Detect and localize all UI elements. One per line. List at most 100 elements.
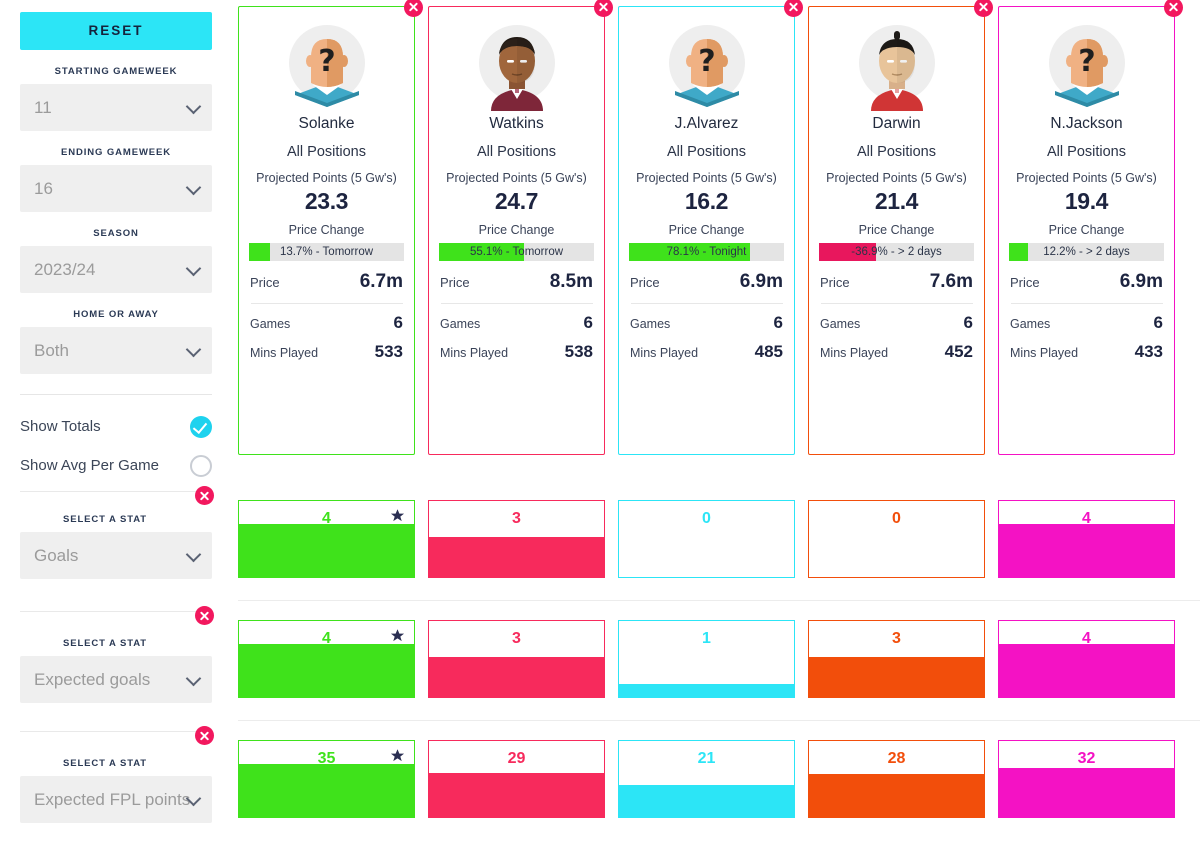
card-divider <box>440 303 593 304</box>
stat-bar-value: 4 <box>1082 630 1091 647</box>
games-row: Games 6 <box>429 313 604 333</box>
stat-bar-value: 35 <box>317 750 336 767</box>
projected-points-value: 21.4 <box>874 188 919 214</box>
reset-button[interactable]: RESET <box>20 12 212 50</box>
card-divider <box>630 303 783 304</box>
stat-bar-value: 28 <box>887 750 906 767</box>
mins-played-label: Mins Played <box>1010 346 1079 360</box>
radio-unselected-icon[interactable] <box>190 454 212 477</box>
remove-player-button[interactable] <box>404 0 423 17</box>
bar-row-divider <box>238 720 1200 721</box>
games-value: 6 <box>393 313 403 332</box>
remove-stat-button-0[interactable] <box>195 486 214 505</box>
stat-bar-value: 4 <box>1082 510 1091 527</box>
stat-bar-fill <box>239 643 414 697</box>
price-change-label: Price Change <box>668 223 745 237</box>
radio-selected-icon[interactable] <box>190 415 212 438</box>
games-row: Games 6 <box>809 313 984 333</box>
stat-bar-cell: 3 <box>428 500 605 578</box>
remove-player-button[interactable] <box>594 0 613 17</box>
card-divider <box>1010 303 1163 304</box>
stat-select-0[interactable]: Goals <box>20 532 212 579</box>
stat-select-2[interactable]: Expected FPL points <box>20 776 212 823</box>
toggle-show-totals[interactable]: Show Totals <box>20 409 212 444</box>
card-divider <box>250 303 403 304</box>
filter-label-home-or-away: HOME OR AWAY <box>73 309 159 320</box>
price-label: Price <box>250 275 280 290</box>
ending-gameweek-select[interactable]: 16 <box>20 165 212 212</box>
price-label: Price <box>820 275 850 290</box>
price-row: Price 6.7m <box>239 271 414 293</box>
mins-played-value: 533 <box>374 342 403 361</box>
svg-text:?: ? <box>698 44 715 79</box>
price-label: Price <box>440 275 470 290</box>
player-card: Watkins All Positions Projected Points (5 … <box>428 0 613 455</box>
remove-stat-button-2[interactable] <box>195 726 214 745</box>
home-or-away-select[interactable]: Both <box>20 327 212 374</box>
filter-label-starting-gameweek: STARTING GAMEWEEK <box>54 66 178 77</box>
price-change-label: Price Change <box>478 223 555 237</box>
stat-select-value-0: Goals <box>34 545 79 565</box>
avatar: ? <box>1041 19 1133 111</box>
player-name: Solanke <box>298 115 355 132</box>
stat-bar-cell: 4 <box>998 500 1175 578</box>
toggle-label: Show Avg Per Game <box>20 457 159 474</box>
mins-played-row: Mins Played 485 <box>619 342 794 362</box>
stat-selector-group-2: SELECT A STAT Expected FPL points <box>20 726 214 843</box>
games-label: Games <box>630 317 671 331</box>
price-change-bar: 78.1% - Tonight <box>629 243 784 261</box>
svg-text:?: ? <box>318 44 335 79</box>
stat-selector-group-1: SELECT A STAT Expected goals <box>20 606 214 732</box>
stat-bar-fill <box>429 772 604 817</box>
display-mode-toggles: Show Totals Show Avg Per Game <box>20 409 212 483</box>
stat-bar-rows: 4 3 0 0 4 4 3 1 3 4 35 29 21 28 32 <box>238 500 1200 843</box>
stat-bar-fill <box>999 643 1174 697</box>
filter-label-ending-gameweek: ENDING GAMEWEEK <box>60 147 172 158</box>
player-position: All Positions <box>1047 144 1126 160</box>
price-change-text: 12.2% - > 2 days <box>1043 246 1130 258</box>
player-name: N.Jackson <box>1050 115 1123 132</box>
stat-selector-label-2: SELECT A STAT <box>62 758 147 769</box>
games-value: 6 <box>773 313 783 332</box>
stat-bar-fill <box>239 763 414 817</box>
stat-bar-row: 35 29 21 28 32 <box>238 740 1200 843</box>
player-position: All Positions <box>667 144 746 160</box>
games-label: Games <box>1010 317 1051 331</box>
price-change-label: Price Change <box>1048 223 1125 237</box>
price-row: Price 6.9m <box>619 271 794 293</box>
remove-player-button[interactable] <box>1164 0 1183 17</box>
filter-season: SEASON 2023/24 <box>20 228 212 293</box>
stat-bar-cell: 4 <box>998 620 1175 698</box>
player-card: ? Solanke All Positions Projected Points (5… <box>238 0 423 455</box>
stat-bar-cell: 4 <box>238 500 415 578</box>
stat-bar-value: 29 <box>507 750 526 767</box>
price-value: 6.7m <box>359 271 403 292</box>
remove-player-button[interactable] <box>784 0 803 17</box>
remove-player-button[interactable] <box>974 0 993 17</box>
filter-label-season: SEASON <box>93 228 139 239</box>
toggle-show-avg-per-game[interactable]: Show Avg Per Game <box>20 448 212 483</box>
games-value: 6 <box>963 313 973 332</box>
games-row: Games 6 <box>999 313 1174 333</box>
bar-row-divider <box>238 600 1200 601</box>
stat-bar-value: 1 <box>702 630 711 647</box>
price-value: 6.9m <box>739 271 783 292</box>
stat-bar-cell: 3 <box>428 620 605 698</box>
price-change-text: 55.1% - Tomorrow <box>469 246 564 258</box>
stat-bar-value: 4 <box>322 510 331 527</box>
starting-gameweek-select[interactable]: 11 <box>20 84 212 131</box>
stat-select-1[interactable]: Expected goals <box>20 656 212 703</box>
price-row: Price 8.5m <box>429 271 604 293</box>
price-change-bar: -36.9% - > 2 days <box>819 243 974 261</box>
season-select[interactable]: 2023/24 <box>20 246 212 293</box>
mins-played-row: Mins Played 433 <box>999 342 1174 362</box>
stat-bar-cell: 0 <box>618 500 795 578</box>
price-value: 6.9m <box>1119 271 1163 292</box>
remove-stat-button-1[interactable] <box>195 606 214 625</box>
filter-ending-gameweek: ENDING GAMEWEEK 16 <box>20 147 212 212</box>
chevron-down-icon <box>185 179 202 195</box>
mins-played-row: Mins Played 452 <box>809 342 984 362</box>
stat-selector-group-0: SELECT A STAT Goals <box>20 486 214 612</box>
games-row: Games 6 <box>619 313 794 333</box>
mins-played-value: 538 <box>564 342 593 361</box>
